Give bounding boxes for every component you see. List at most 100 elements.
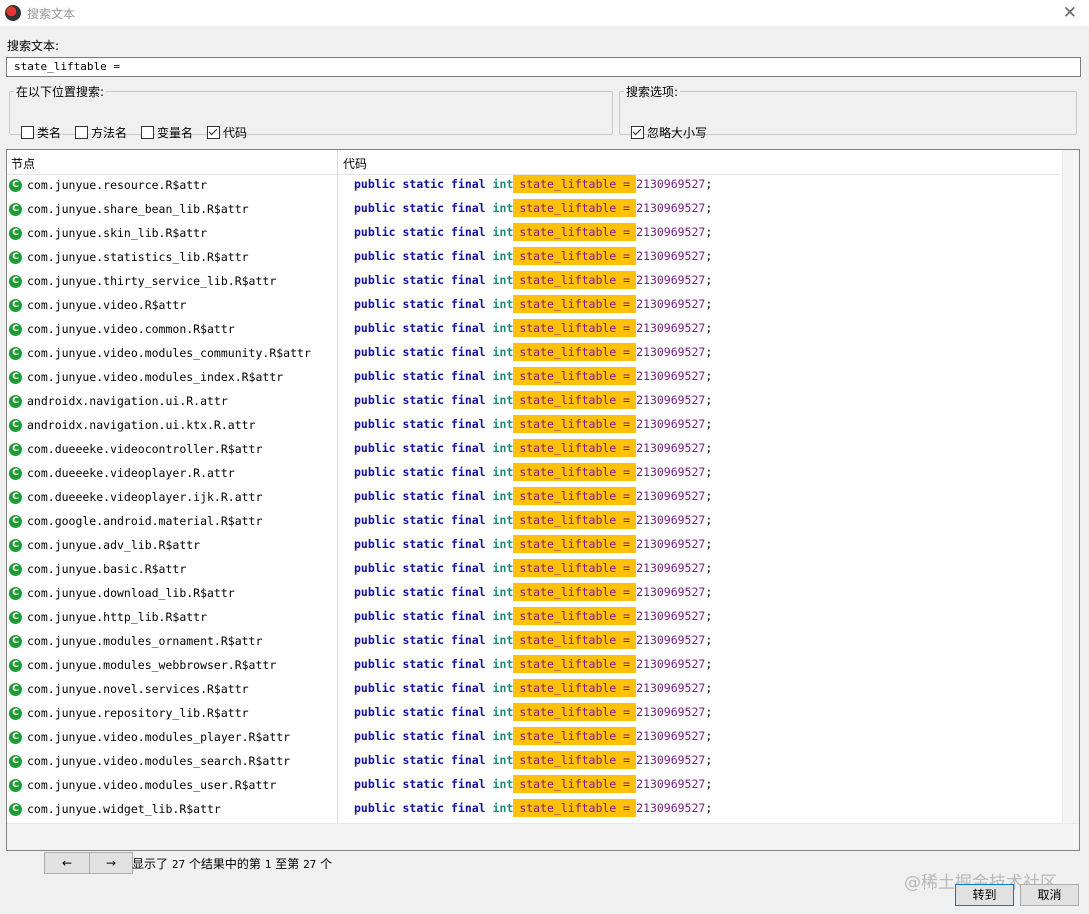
code-cell: public static final int state_liftable = 2…	[354, 583, 712, 601]
code-type: int	[492, 657, 514, 671]
code-semicolon: ;	[705, 249, 713, 263]
node-cell: com.junyue.video.modules_community.R$att…	[27, 346, 311, 360]
node-cell: com.junyue.modules_webbrowser.R$attr	[27, 658, 277, 672]
code-cell: public static final int state_liftable = 2…	[354, 223, 712, 241]
table-row[interactable]: Ccom.junyue.http_lib.R$attr public static…	[7, 606, 1061, 630]
code-cell: public static final int state_liftable = 2…	[354, 295, 713, 313]
code-keyword: static	[402, 633, 445, 647]
table-row[interactable]: Ccom.google.android.material.R$attr publi…	[7, 510, 1061, 534]
code-keyword: final	[450, 801, 486, 815]
cancel-button[interactable]: 取消	[1020, 884, 1079, 906]
code-keyword: public	[354, 417, 396, 431]
next-page-button[interactable]: →	[89, 852, 133, 874]
table-row[interactable]: Ccom.dueeeke.videoplayer.ijk.R.attr publi…	[7, 486, 1061, 510]
prev-page-button[interactable]: ←	[44, 852, 90, 874]
code-keyword: final	[450, 249, 486, 263]
code-checkbox[interactable]: 代码	[207, 124, 247, 141]
code-semicolon: ;	[705, 441, 713, 455]
table-row[interactable]: Ccom.junyue.video.R$attr public static fi…	[7, 294, 1061, 318]
match-highlight: state_liftable =	[513, 175, 637, 193]
code-semicolon: ;	[705, 801, 713, 815]
table-row[interactable]: Ccom.junyue.video.modules_search.R$attr p…	[7, 750, 1061, 774]
table-row[interactable]: Ccom.junyue.modules_webbrowser.R$attr pub…	[7, 654, 1061, 678]
table-row[interactable]: Ccom.junyue.download_lib.R$attr public st…	[7, 582, 1061, 606]
variable-name-checkbox[interactable]: 变量名	[141, 124, 193, 141]
table-row[interactable]: Ccom.junyue.statistics_lib.R$attr public …	[7, 246, 1061, 270]
code-cell: public static final int state_liftable = 2…	[354, 511, 712, 529]
table-row[interactable]: Ccom.dueeeke.videocontroller.R$attr publi…	[7, 438, 1061, 462]
close-icon[interactable]: ✕	[1063, 3, 1077, 23]
checkbox-box[interactable]	[141, 126, 155, 139]
code-semicolon: ;	[705, 705, 713, 719]
vertical-scrollbar[interactable]	[1062, 150, 1079, 823]
table-row[interactable]: Ccom.dueeeke.videoplayer.R.attr public st…	[7, 462, 1061, 486]
code-keyword: public	[354, 729, 396, 743]
class-icon: C	[9, 179, 22, 192]
code-value: 2130969527	[636, 489, 706, 503]
code-semicolon: ;	[705, 297, 713, 311]
table-row[interactable]: Ccom.junyue.video.modules_user.R$attr pub…	[7, 774, 1061, 798]
code-keyword: final	[450, 657, 486, 671]
horizontal-scrollbar[interactable]	[7, 823, 1079, 850]
code-cell: public static final int state_liftable = 2…	[354, 607, 712, 625]
code-value: 2130969527	[636, 225, 706, 239]
node-cell: com.junyue.novel.services.R$attr	[27, 682, 249, 696]
code-semicolon: ;	[705, 177, 713, 191]
code-keyword: static	[402, 177, 445, 191]
table-row[interactable]: Ccom.junyue.skin_lib.R$attr public static…	[7, 222, 1061, 246]
match-highlight: state_liftable =	[513, 535, 637, 553]
code-type: int	[492, 177, 514, 191]
table-row[interactable]: Candroidx.navigation.ui.ktx.R.attr public…	[7, 414, 1061, 438]
code-keyword: final	[450, 441, 486, 455]
node-cell: com.junyue.skin_lib.R$attr	[27, 226, 208, 240]
code-keyword: public	[354, 513, 396, 527]
table-row[interactable]: Ccom.junyue.repository_lib.R$attr public …	[7, 702, 1061, 726]
table-row[interactable]: Ccom.junyue.basic.R$attr public static fi…	[7, 558, 1061, 582]
table-row[interactable]: Ccom.junyue.resource.R$attr public static…	[7, 174, 1061, 198]
search-input[interactable]	[6, 57, 1081, 77]
checkbox-box[interactable]	[631, 126, 644, 139]
node-cell: com.junyue.video.R$attr	[27, 298, 187, 312]
code-cell: public static final int state_liftable = 2…	[354, 247, 713, 265]
code-value: 2130969527	[636, 441, 706, 455]
code-keyword: final	[450, 225, 486, 239]
table-row[interactable]: Ccom.junyue.video.common.R$attr public st…	[7, 318, 1061, 342]
code-keyword: static	[402, 273, 445, 287]
table-row[interactable]: Ccom.junyue.modules_ornament.R$attr publi…	[7, 630, 1061, 654]
table-row[interactable]: Ccom.junyue.adv_lib.R$attr public static …	[7, 534, 1061, 558]
code-type: int	[492, 489, 514, 503]
match-highlight: state_liftable =	[513, 703, 637, 721]
table-row[interactable]: Ccom.junyue.thirty_service_lib.R$attr pub…	[7, 270, 1061, 294]
code-keyword: static	[402, 225, 445, 239]
code-keyword: public	[354, 345, 396, 359]
checkbox-box[interactable]	[21, 126, 34, 139]
goto-button[interactable]: 转到	[955, 884, 1014, 906]
table-row[interactable]: Ccom.junyue.video.modules_community.R$at…	[7, 342, 1061, 366]
code-cell: public static final int state_liftable = 2…	[354, 799, 713, 817]
class-icon: C	[9, 275, 22, 288]
code-value: 2130969527	[636, 729, 706, 743]
code-keyword: public	[354, 489, 396, 503]
table-row[interactable]: Ccom.junyue.widget_lib.R$attr public stat…	[7, 798, 1061, 822]
ignore-case-checkbox[interactable]: 忽略大小写	[631, 124, 707, 141]
table-row[interactable]: Candroidx.navigation.ui.R.attr public sta…	[7, 390, 1061, 414]
code-semicolon: ;	[705, 489, 713, 503]
code-semicolon: ;	[705, 273, 713, 287]
checkbox-box[interactable]	[207, 126, 221, 139]
class-name-checkbox[interactable]: 类名	[21, 124, 61, 141]
table-row[interactable]: Ccom.junyue.video.modules_index.R$attr pu…	[7, 366, 1061, 390]
code-keyword: final	[450, 513, 486, 527]
table-row[interactable]: Ccom.junyue.share_bean_lib.R$attr public …	[7, 198, 1061, 222]
code-type: int	[492, 753, 514, 767]
code-semicolon: ;	[705, 393, 713, 407]
column-header-node[interactable]: 节点	[11, 155, 35, 172]
method-name-checkbox[interactable]: 方法名	[75, 124, 127, 141]
checkbox-box[interactable]	[75, 126, 89, 139]
node-cell: com.dueeeke.videocontroller.R$attr	[27, 442, 263, 456]
table-row[interactable]: Ccom.junyue.novel.services.R$attr public …	[7, 678, 1061, 702]
column-header-code[interactable]: 代码	[343, 155, 367, 172]
table-row[interactable]: Ccom.junyue.video.modules_player.R$attr p…	[7, 726, 1061, 750]
code-keyword: final	[450, 585, 486, 599]
code-keyword: public	[354, 777, 396, 791]
code-cell: public static final int state_liftable = 2…	[354, 631, 712, 649]
